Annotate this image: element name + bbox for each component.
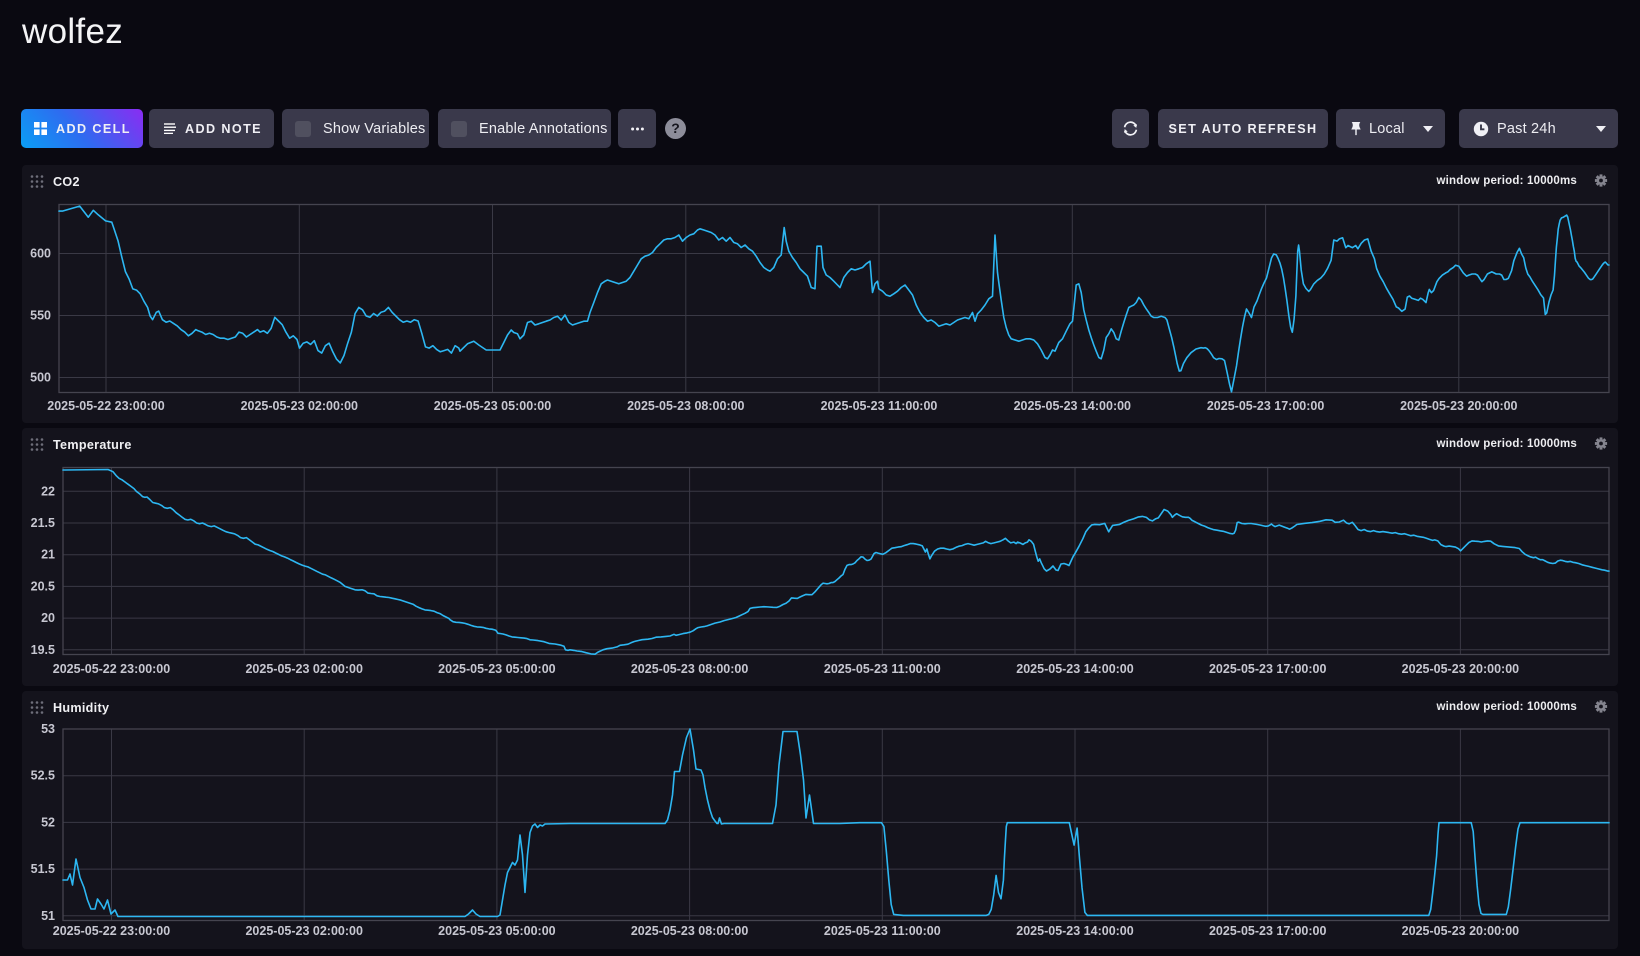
svg-text:2025-05-22 23:00:00: 2025-05-22 23:00:00 <box>47 399 164 413</box>
svg-text:51.5: 51.5 <box>31 862 55 876</box>
svg-text:51: 51 <box>41 909 55 923</box>
svg-text:22: 22 <box>41 484 55 498</box>
svg-text:2025-05-23 05:00:00: 2025-05-23 05:00:00 <box>438 924 555 938</box>
svg-text:21: 21 <box>41 548 55 562</box>
svg-text:2025-05-23 14:00:00: 2025-05-23 14:00:00 <box>1016 662 1133 676</box>
svg-text:2025-05-23 20:00:00: 2025-05-23 20:00:00 <box>1402 662 1519 676</box>
svg-text:53: 53 <box>41 722 55 736</box>
svg-text:2025-05-23 11:00:00: 2025-05-23 11:00:00 <box>824 662 941 676</box>
svg-text:2025-05-23 14:00:00: 2025-05-23 14:00:00 <box>1016 924 1133 938</box>
svg-text:2025-05-23 20:00:00: 2025-05-23 20:00:00 <box>1402 924 1519 938</box>
svg-text:2025-05-23 08:00:00: 2025-05-23 08:00:00 <box>631 924 748 938</box>
svg-text:52: 52 <box>41 815 55 829</box>
svg-text:2025-05-23 11:00:00: 2025-05-23 11:00:00 <box>821 399 938 413</box>
svg-text:52.5: 52.5 <box>31 769 55 783</box>
svg-text:2025-05-23 02:00:00: 2025-05-23 02:00:00 <box>245 924 362 938</box>
svg-text:2025-05-23 17:00:00: 2025-05-23 17:00:00 <box>1207 399 1324 413</box>
svg-text:600: 600 <box>30 247 51 261</box>
svg-text:2025-05-23 11:00:00: 2025-05-23 11:00:00 <box>824 924 941 938</box>
svg-text:2025-05-22 23:00:00: 2025-05-22 23:00:00 <box>53 662 170 676</box>
svg-text:2025-05-23 08:00:00: 2025-05-23 08:00:00 <box>631 662 748 676</box>
svg-text:2025-05-23 05:00:00: 2025-05-23 05:00:00 <box>434 399 551 413</box>
svg-text:2025-05-23 17:00:00: 2025-05-23 17:00:00 <box>1209 924 1326 938</box>
svg-text:2025-05-23 02:00:00: 2025-05-23 02:00:00 <box>245 662 362 676</box>
svg-text:2025-05-22 23:00:00: 2025-05-22 23:00:00 <box>53 924 170 938</box>
svg-text:2025-05-23 02:00:00: 2025-05-23 02:00:00 <box>241 399 358 413</box>
svg-text:2025-05-23 17:00:00: 2025-05-23 17:00:00 <box>1209 662 1326 676</box>
svg-text:20.5: 20.5 <box>31 579 55 593</box>
svg-text:500: 500 <box>30 371 51 385</box>
svg-text:21.5: 21.5 <box>31 516 55 530</box>
svg-text:550: 550 <box>30 309 51 323</box>
svg-text:2025-05-23 08:00:00: 2025-05-23 08:00:00 <box>627 399 744 413</box>
svg-text:2025-05-23 05:00:00: 2025-05-23 05:00:00 <box>438 662 555 676</box>
svg-text:20: 20 <box>41 611 55 625</box>
svg-text:2025-05-23 20:00:00: 2025-05-23 20:00:00 <box>1400 399 1517 413</box>
svg-text:2025-05-23 14:00:00: 2025-05-23 14:00:00 <box>1014 399 1131 413</box>
svg-text:19.5: 19.5 <box>31 643 55 657</box>
